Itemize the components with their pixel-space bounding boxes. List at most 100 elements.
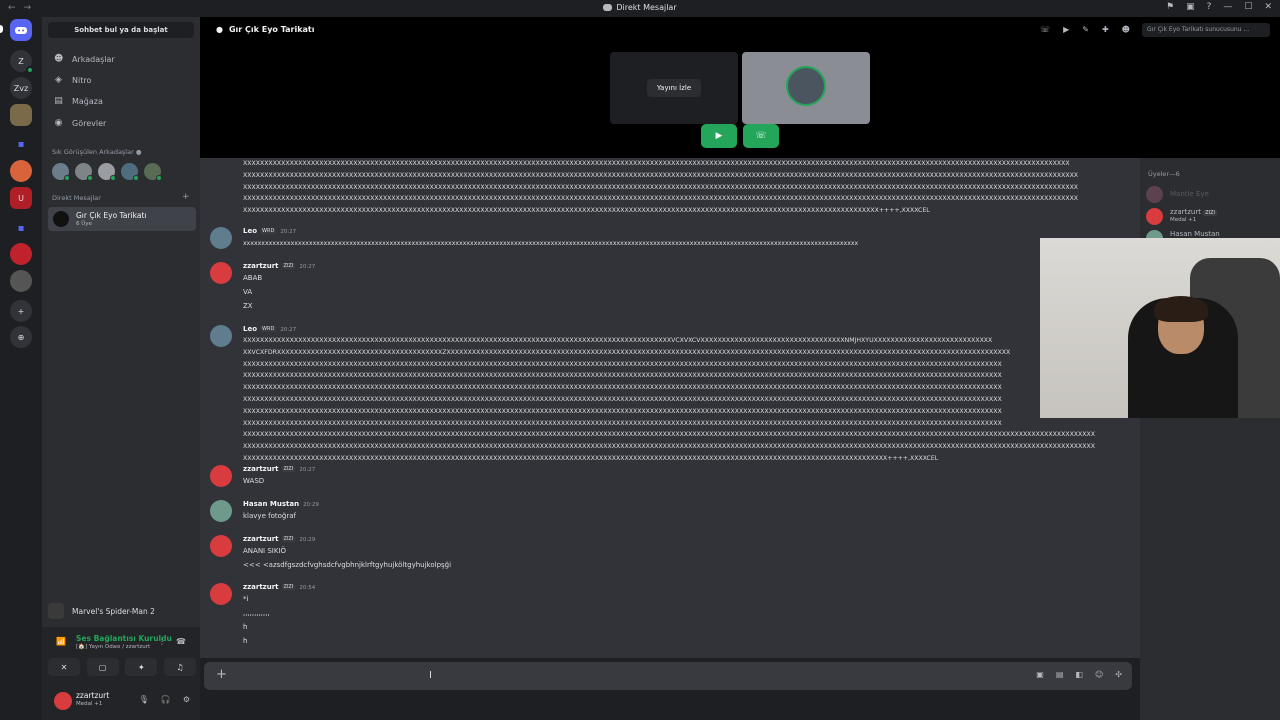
- composer-tools: ▣ ▤ ◧ ☺ ✣: [1036, 670, 1122, 679]
- message-composer[interactable]: + ▣ ▤ ◧ ☺ ✣: [204, 662, 1132, 690]
- avatar[interactable]: [210, 583, 232, 605]
- call-end-button[interactable]: ☏: [743, 124, 779, 148]
- gif-icon[interactable]: ▤: [1056, 670, 1064, 679]
- author-name[interactable]: zzartzurt: [243, 262, 279, 270]
- participant-avatar: [786, 66, 826, 106]
- camera-off-button[interactable]: ✕: [48, 658, 80, 676]
- author-name[interactable]: zzartzurt: [243, 465, 279, 473]
- call-icon[interactable]: ☏: [1040, 25, 1050, 34]
- server-image-1[interactable]: [10, 104, 32, 126]
- avatar[interactable]: [210, 262, 232, 284]
- dm-header-label: Direkt Mesajlar: [52, 194, 101, 202]
- user-controls: 🎙 🎧 ⚙: [139, 695, 190, 704]
- soundboard-icon[interactable]: ⋮: [158, 637, 166, 646]
- maximize-icon[interactable]: ☐: [1244, 2, 1252, 12]
- friend-avatar[interactable]: [75, 163, 93, 181]
- discord-logo-icon: [603, 4, 613, 11]
- avatar[interactable]: [210, 500, 232, 522]
- screenshare-button[interactable]: ▢: [86, 658, 119, 676]
- discord-home-icon[interactable]: [10, 19, 32, 41]
- friend-avatar[interactable]: [52, 163, 70, 181]
- friends-icon: ☻: [54, 53, 64, 64]
- dm-sidebar: Sohbet bul ya da başlat ☻ Arkadaşlar ◈ Nit…: [42, 17, 228, 720]
- friend-avatar[interactable]: [98, 163, 116, 181]
- message-line: *i: [243, 595, 249, 603]
- avatar[interactable]: [210, 325, 232, 347]
- member-item[interactable]: Mantle Eye: [1146, 184, 1276, 206]
- stream-tile[interactable]: Yayını İzle: [610, 52, 738, 124]
- nav-shop[interactable]: ▤ Mağaza: [48, 92, 194, 110]
- close-icon[interactable]: ✕: [1264, 2, 1272, 12]
- author-name[interactable]: Leo: [243, 325, 257, 333]
- avatar[interactable]: [54, 692, 72, 710]
- avatar[interactable]: [210, 227, 232, 249]
- call-header: ● Gır Çık Eyo Tarikatı: [216, 25, 315, 34]
- timestamp: 20:54: [299, 585, 316, 591]
- microphone-icon[interactable]: 🎙: [139, 695, 149, 704]
- server-image-2[interactable]: [10, 160, 32, 182]
- emoji-icon[interactable]: ☺: [1095, 670, 1103, 679]
- add-dm-icon[interactable]: +: [182, 192, 190, 202]
- message-body: ANANI SIKIÖ <<< <azsdfgszdcfvghsdcfvgbhn…: [243, 544, 451, 572]
- nav-quests[interactable]: ◉ Görevler: [48, 114, 194, 132]
- nav-friends[interactable]: ☻ Arkadaşlar: [48, 50, 194, 68]
- attach-plus-icon[interactable]: +: [216, 667, 227, 682]
- pin-icon[interactable]: ✎: [1082, 25, 1089, 34]
- author-name[interactable]: Leo: [243, 227, 257, 235]
- group-icon: ●: [216, 25, 223, 34]
- dm-item-group[interactable]: Gır Çık Eyo Tarikatı 6 Üye: [48, 207, 196, 231]
- frequent-friends-label: Sık Görüşülen Arkadaşlar: [52, 148, 134, 156]
- friend-avatar[interactable]: [144, 163, 162, 181]
- nitro-icon: ◈: [55, 74, 62, 85]
- add-server-icon[interactable]: +: [10, 300, 32, 322]
- online-dot-icon: [156, 175, 162, 181]
- gift-icon[interactable]: ▣: [1036, 670, 1044, 679]
- server-z-label: Z: [18, 56, 24, 66]
- dm-header: Direkt Mesajlar: [52, 194, 101, 202]
- members-icon[interactable]: ☻: [1122, 25, 1130, 34]
- nav-nitro[interactable]: ◈ Nitro: [48, 71, 194, 89]
- help-icon[interactable]: ?: [1207, 2, 1212, 12]
- camera-button[interactable]: ▶: [701, 124, 737, 148]
- header-toolbar: ☏ ▶ ✎ ✚ ☻: [1040, 25, 1130, 34]
- soundboard-button[interactable]: ♫: [163, 658, 196, 676]
- video-icon[interactable]: ▶: [1063, 25, 1069, 34]
- minimize-icon[interactable]: —: [1223, 2, 1232, 12]
- avatar[interactable]: [210, 465, 232, 487]
- author-name[interactable]: zzartzurt: [243, 535, 279, 543]
- watch-stream-button[interactable]: Yayını İzle: [647, 79, 701, 97]
- headphones-icon[interactable]: 🎧: [161, 695, 171, 704]
- screen-icon[interactable]: ▣: [1186, 2, 1195, 12]
- explore-icon[interactable]: ⊕: [10, 326, 32, 348]
- add-member-icon[interactable]: ✚: [1102, 25, 1109, 34]
- inbox-icon[interactable]: ⚑: [1166, 2, 1174, 12]
- settings-gear-icon[interactable]: ⚙: [183, 695, 190, 704]
- participant-tile[interactable]: [742, 52, 870, 124]
- voice-channel-text[interactable]: [🏠] Yayın Odası / zzartzurt: [76, 644, 150, 650]
- server-z[interactable]: Z: [10, 50, 34, 74]
- disconnect-icon[interactable]: ☎: [176, 637, 186, 646]
- message-header: zzartzurt ZIZI 20:27: [243, 465, 315, 473]
- message-header: zzartzurt ZIZI 20:29: [243, 535, 315, 543]
- server-zvz[interactable]: Zvz: [10, 77, 32, 99]
- frequent-friends-header: Sık Görüşülen Arkadaşlar ●: [52, 148, 142, 156]
- folder-icon-2[interactable]: ▪: [10, 217, 32, 239]
- author-name[interactable]: Hasan Mustan: [243, 500, 299, 508]
- member-item[interactable]: zzartzurt ZIZI Medal +1: [1146, 206, 1276, 228]
- author-name[interactable]: zzartzurt: [243, 583, 279, 591]
- apps-icon[interactable]: ✣: [1115, 670, 1122, 679]
- server-rail: Z Zvz ▪ U ▪ + ⊕: [0, 17, 42, 720]
- member-name: Mantle Eye: [1170, 190, 1209, 198]
- server-u[interactable]: U: [10, 187, 32, 209]
- search-input[interactable]: Gır Çık Eyo Tarikatı sunucusunu ...: [1142, 23, 1270, 37]
- server-image-3[interactable]: [10, 243, 32, 265]
- nav-shop-label: Mağaza: [72, 96, 103, 106]
- server-image-4[interactable]: [10, 270, 32, 292]
- activities-button[interactable]: ✦: [125, 658, 158, 676]
- find-conversation-input[interactable]: Sohbet bul ya da başlat: [48, 22, 194, 38]
- friend-avatar[interactable]: [121, 163, 139, 181]
- sticker-icon[interactable]: ◧: [1075, 670, 1083, 679]
- message-header: zzartzurt ZIZI 20:27: [243, 262, 315, 270]
- folder-icon[interactable]: ▪: [10, 133, 32, 155]
- avatar[interactable]: [210, 535, 232, 557]
